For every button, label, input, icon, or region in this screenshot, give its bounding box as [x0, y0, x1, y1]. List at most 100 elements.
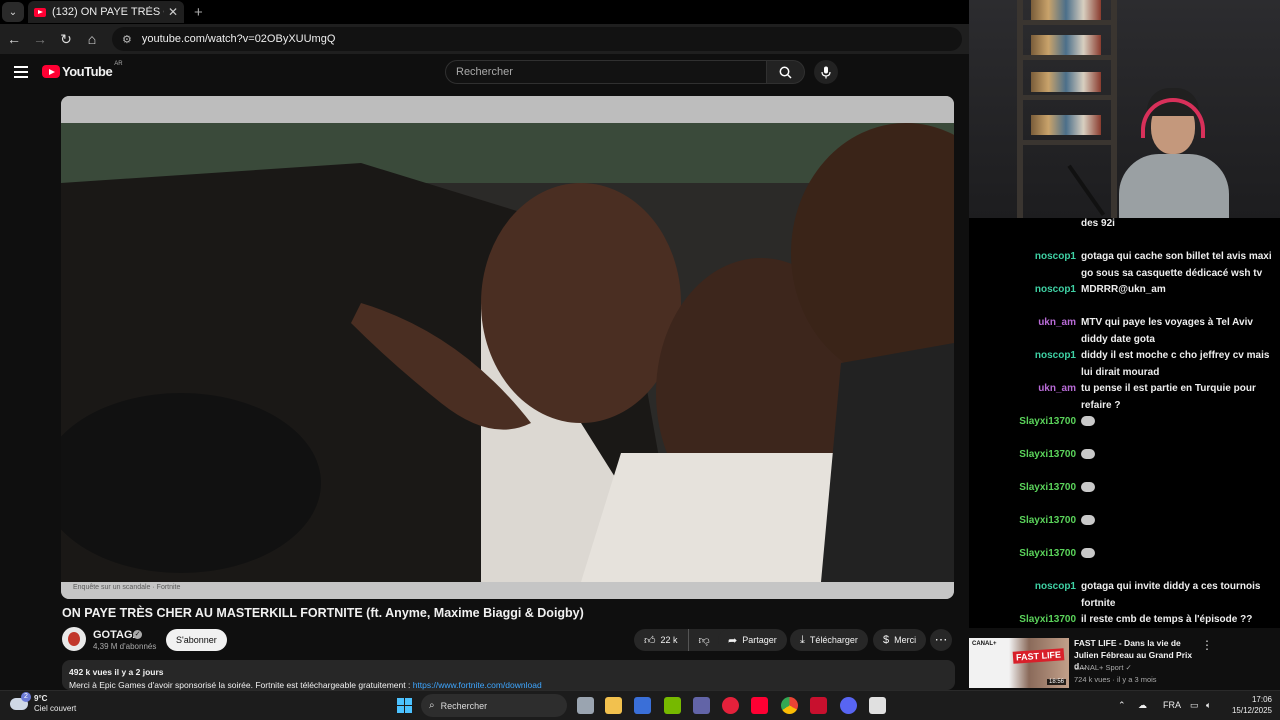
chat-text: MDRRR@ukn_am	[1081, 284, 1166, 295]
recommended-video[interactable]: CANAL+ FAST LIFE 18:56 FAST LIFE - Dans …	[969, 628, 1280, 690]
taskbar-search[interactable]: ⌕ Rechercher	[421, 694, 567, 717]
chat-username[interactable]: ukn_am	[969, 381, 1076, 398]
show-hidden-icons[interactable]: ⌃	[1118, 700, 1126, 711]
search-button[interactable]	[767, 60, 805, 84]
subscribe-button[interactable]: S'abonner	[166, 629, 227, 651]
forward-arrow-icon[interactable]: →	[28, 27, 52, 51]
browser-toolbar: ← → ↻ ⌂ ⚙ youtube.com/watch?v=02OByXUUmg…	[0, 24, 969, 54]
address-bar[interactable]: ⚙ youtube.com/watch?v=02OByXUUmgQ	[112, 27, 962, 51]
task-view-icon[interactable]	[577, 697, 594, 714]
chat-text: des 92i	[1081, 218, 1115, 229]
home-icon[interactable]: ⌂	[80, 27, 104, 51]
chat-username[interactable]: ukn_am	[969, 315, 1076, 332]
chat-emote-icon	[1081, 515, 1095, 526]
description-link[interactable]: https://www.fortnite.com/download	[413, 680, 542, 690]
chat-text	[1081, 480, 1280, 497]
streamer	[1119, 88, 1229, 218]
more-options-icon[interactable]: ⋮	[1201, 638, 1213, 652]
chat-text: MTV qui paye les voyages à Tel Aviv didd…	[1081, 317, 1253, 345]
description-box[interactable]: 492 k vues il y a 2 jours Merci à Epic G…	[62, 660, 955, 690]
language-indicator[interactable]: FRA	[1163, 700, 1181, 710]
chrome-icon[interactable]	[781, 697, 798, 714]
browser-tab-youtube[interactable]: (132) ON PAYE TRÈS CHER AU MA ✕	[28, 1, 184, 23]
cloud-icon: 2	[10, 692, 31, 710]
verified-check-icon: ✓	[1125, 663, 1132, 672]
verified-check-icon: ✓	[133, 630, 142, 639]
chat-username[interactable]: noscop1	[969, 282, 1076, 299]
recommended-thumbnail[interactable]: CANAL+ FAST LIFE 18:56	[969, 638, 1069, 688]
chat-username[interactable]: Slayxi13700	[969, 612, 1076, 628]
new-tab-icon[interactable]: +	[194, 4, 203, 21]
download-button[interactable]: ⤓ Télécharger	[790, 629, 868, 651]
chat-username[interactable]: noscop1	[969, 348, 1076, 365]
like-button[interactable]: 👍︎ 22 k	[634, 629, 689, 651]
nvidia-icon[interactable]	[664, 697, 681, 714]
video-actions-row: GOTAGA ✓ 4,39 M d'abonnés S'abonner 👍︎ 2…	[62, 627, 955, 653]
url-text: youtube.com/watch?v=02OByXUUmgQ	[141, 33, 336, 45]
thanks-heart-icon: $	[883, 634, 890, 646]
thumbs-up-icon: 👍︎	[644, 634, 656, 647]
video-player[interactable]: Enquête sur un scandale · Fortnite	[61, 96, 954, 599]
channel-avatar[interactable]	[62, 627, 86, 651]
youtube-app-icon[interactable]	[751, 697, 768, 714]
taskbar-search-label: Rechercher	[440, 700, 488, 711]
chat-username[interactable]: Slayxi13700	[969, 414, 1076, 431]
site-settings-icon[interactable]: ⚙	[122, 33, 132, 46]
share-label: Partager	[742, 635, 777, 645]
youtube-logo[interactable]: YouTube AR	[42, 60, 123, 79]
chat-username[interactable]: Slayxi13700	[969, 447, 1076, 464]
recording-app-icon[interactable]	[810, 697, 827, 714]
weather-widget[interactable]: 2 9°C Ciel couvert	[10, 692, 76, 714]
chat-text: gotaga qui invite diddy a ces tournois f…	[1081, 581, 1261, 609]
like-count: 22 k	[660, 635, 678, 645]
chat-username[interactable]: noscop1	[969, 249, 1076, 266]
reload-icon[interactable]: ↻	[54, 27, 78, 51]
voice-search-button[interactable]	[814, 60, 838, 84]
region-code: AR	[114, 60, 123, 67]
store-icon[interactable]	[634, 697, 651, 714]
file-explorer-icon[interactable]	[605, 697, 622, 714]
onedrive-icon[interactable]: ☁	[1138, 700, 1147, 711]
video-bottom-border	[61, 582, 954, 599]
chat-username[interactable]: Slayxi13700	[969, 480, 1076, 497]
youtube-header: YouTube AR Rechercher	[0, 54, 969, 94]
chat-emote-icon	[1081, 482, 1095, 493]
back-arrow-icon[interactable]: ←	[2, 27, 26, 51]
temperature: 9°C	[34, 694, 48, 703]
network-icon[interactable]: ▭	[1190, 700, 1199, 711]
thanks-button[interactable]: $ Merci	[873, 629, 927, 651]
youtube-favicon-icon	[34, 7, 46, 17]
menu-icon[interactable]	[14, 66, 28, 78]
recommended-stats: 724 k vues · il y a 3 mois	[1074, 675, 1157, 684]
chat-username[interactable]: noscop1	[969, 579, 1076, 596]
windows-start-icon[interactable]	[397, 698, 412, 713]
video-frame-caption: Enquête sur un scandale · Fortnite	[73, 584, 181, 591]
chat-emote-icon	[1081, 416, 1095, 427]
more-actions-button[interactable]: ⋯	[930, 629, 952, 651]
tab-list-chevron-icon[interactable]: ⌄	[2, 2, 24, 22]
video-frame-illustration	[61, 123, 954, 582]
chat-username[interactable]: Slayxi13700	[969, 546, 1076, 563]
youtube-play-icon	[42, 65, 60, 78]
thanks-label: Merci	[894, 635, 917, 645]
stream-chat: des 92i noscop1 gotaga qui cache son bille…	[969, 218, 1280, 628]
close-tab-icon[interactable]: ✕	[168, 5, 178, 19]
chat-username[interactable]: Slayxi13700	[969, 513, 1076, 530]
media-player-icon[interactable]	[722, 697, 739, 714]
windows-taskbar: 2 9°C Ciel couvert ⌕ Rechercher ⌃ ☁ FRA …	[0, 690, 1280, 720]
teams-icon[interactable]	[693, 697, 710, 714]
description-body: Merci à Epic Games d'avoir sponsorisé la…	[69, 680, 413, 690]
search-input[interactable]: Rechercher	[445, 60, 767, 84]
date: 15/12/2025	[1231, 706, 1272, 715]
download-label: Télécharger	[809, 635, 858, 645]
youtube-wordmark: YouTube	[62, 64, 113, 79]
chat-emote-icon	[1081, 449, 1095, 460]
time: 17:06	[1251, 695, 1272, 704]
volume-icon[interactable]: 🔈︎	[1206, 700, 1211, 711]
video-title: ON PAYE TRÈS CHER AU MASTERKILL FORTNITE…	[62, 606, 584, 620]
document-app-icon[interactable]	[869, 697, 886, 714]
chat-text	[1081, 546, 1280, 563]
clock[interactable]: 17:06 15/12/2025	[1222, 694, 1272, 716]
discord-icon[interactable]	[840, 697, 857, 714]
share-button[interactable]: ➦ Partager	[718, 629, 787, 651]
